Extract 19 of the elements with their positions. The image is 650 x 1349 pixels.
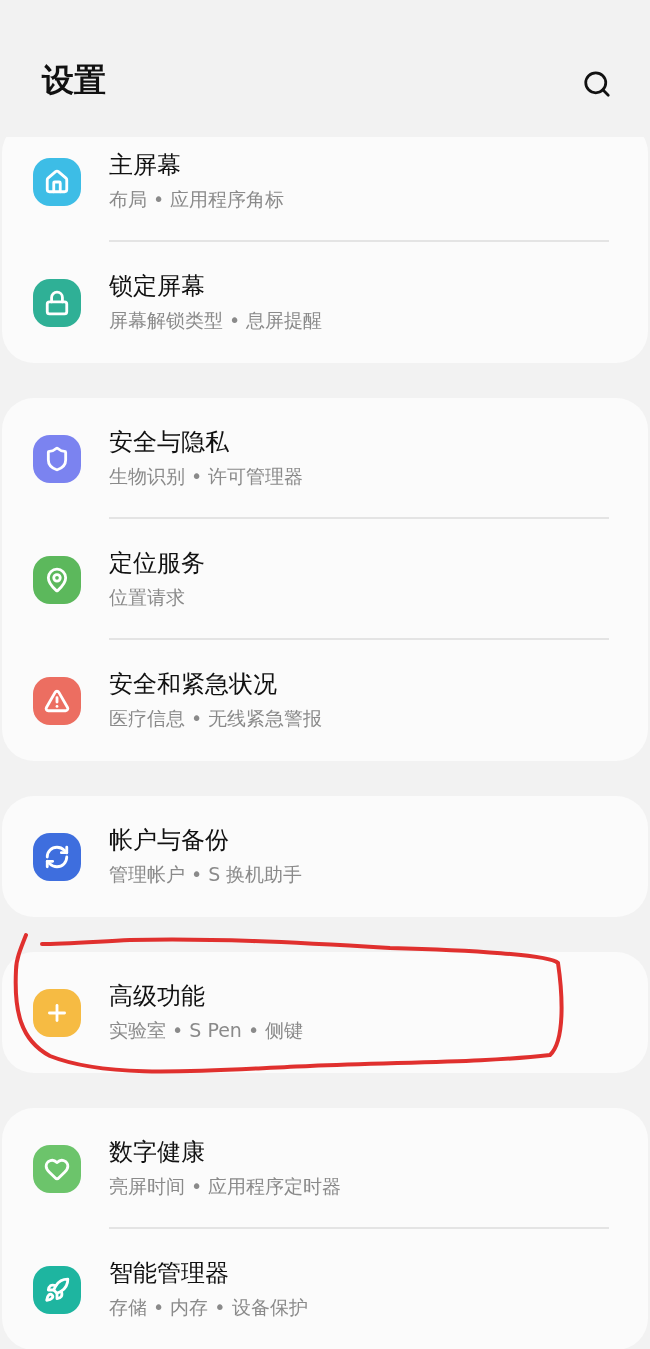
setting-subtitle: 存储 • 内存 • 设备保护: [109, 1294, 308, 1320]
setting-subtitle: 实验室 • S Pen • 侧键: [109, 1017, 304, 1043]
setting-title[interactable]: 安全与隐私: [109, 425, 304, 458]
setting-subtitle: 位置请求: [109, 584, 186, 610]
setting-subtitle: 管理帐户 • S 换机助手: [109, 861, 303, 887]
setting-title[interactable]: 安全和紧急状况: [109, 667, 323, 700]
page-title: 设置: [42, 60, 106, 101]
setting-subtitle: 屏幕解锁类型 • 息屏提醒: [109, 307, 323, 333]
setting-title[interactable]: 锁定屏幕: [109, 269, 323, 302]
setting-subtitle: 医疗信息 • 无线紧急警报: [109, 705, 323, 731]
setting-subtitle: 布局 • 应用程序角标: [109, 186, 285, 212]
setting-title[interactable]: 主屏幕: [109, 148, 285, 181]
setting-title[interactable]: 高级功能: [109, 979, 304, 1012]
setting-title[interactable]: 智能管理器: [109, 1256, 308, 1289]
setting-subtitle: 亮屏时间 • 应用程序定时器: [109, 1173, 342, 1199]
setting-title[interactable]: 定位服务: [109, 546, 205, 579]
setting-title[interactable]: 帐户与备份: [109, 823, 303, 856]
setting-title[interactable]: 数字健康: [109, 1135, 342, 1168]
setting-subtitle: 生物识别 • 许可管理器: [109, 463, 304, 489]
